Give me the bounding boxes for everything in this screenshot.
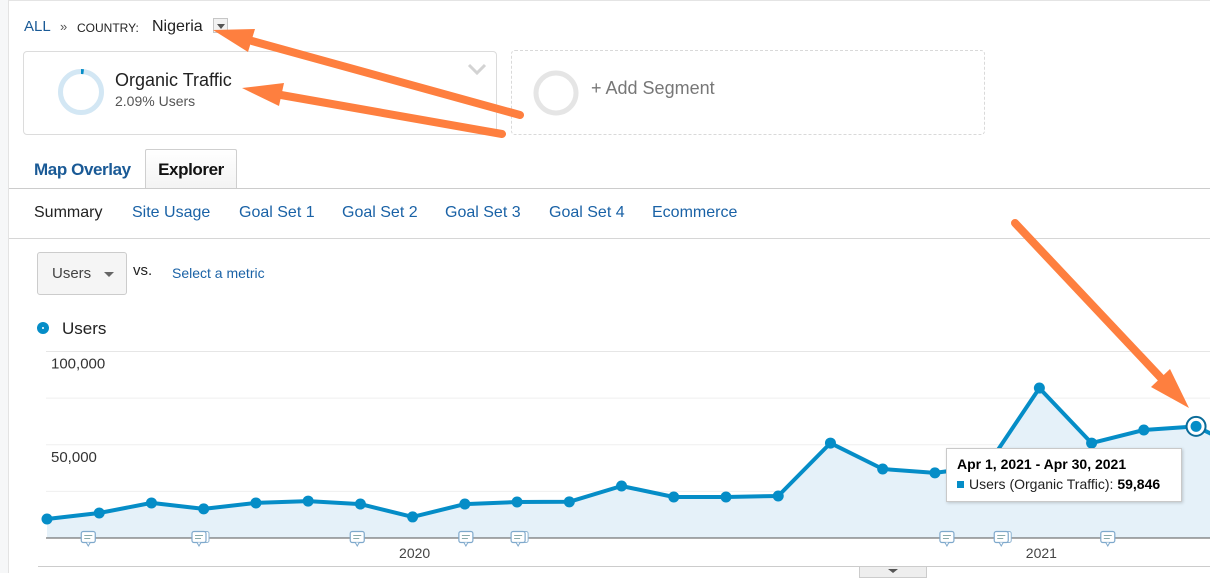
segment-detail: 2.09% Users (115, 93, 196, 109)
data-point[interactable] (668, 491, 680, 503)
breadcrumb-all-link[interactable]: ALL (24, 17, 51, 37)
subtab-goal-set-4[interactable]: Goal Set 4 (549, 203, 625, 223)
annotation-marker-icon[interactable] (939, 530, 955, 548)
annotations-toggle-button[interactable] (859, 566, 927, 578)
chevron-down-icon[interactable] (467, 63, 487, 77)
subtab-goal-set-1[interactable]: Goal Set 1 (239, 203, 315, 223)
subtab-site-usage[interactable]: Site Usage (132, 203, 210, 223)
breadcrumb-dimension-label: COUNTRY: (77, 21, 139, 35)
annotation-marker-body (1100, 530, 1116, 544)
data-point[interactable] (93, 507, 105, 519)
data-point[interactable] (407, 511, 419, 523)
y-tick-label: 100,000 (51, 356, 105, 373)
country-dropdown[interactable] (213, 18, 228, 33)
annotation-marker-tail (998, 542, 1004, 548)
subtab-ecommerce[interactable]: Ecommerce (652, 203, 737, 223)
data-point[interactable] (459, 498, 471, 510)
data-point[interactable] (302, 495, 314, 507)
metric-dropdown-value: Users (52, 265, 92, 282)
tab-map-overlay[interactable]: Map Overlay (34, 160, 131, 180)
data-point[interactable] (1086, 437, 1098, 449)
annotation-marker-tail (463, 542, 469, 548)
annotation-marker-body (80, 530, 96, 544)
subtab-summary[interactable]: Summary (34, 203, 102, 223)
tooltip-series-label: Users (Organic Traffic): (969, 476, 1118, 492)
annotation-marker-tail (354, 542, 360, 548)
annotation-marker-body (349, 530, 365, 544)
add-segment-label[interactable]: + Add Segment (591, 78, 715, 98)
annotation-marker-tail (944, 542, 950, 548)
annotation-marker-tail (85, 542, 91, 548)
subtab-goal-set-3[interactable]: Goal Set 3 (445, 203, 521, 223)
x-tick-label: 2020 (399, 545, 430, 561)
annotation-marker-icon[interactable] (993, 530, 1012, 548)
caret-down-icon (888, 569, 898, 573)
data-point[interactable] (1138, 424, 1150, 436)
data-point-hovered[interactable] (1185, 415, 1207, 437)
annotation-marker-tail (515, 542, 521, 548)
tooltip-row: Users (Organic Traffic): 59,846 (957, 476, 1160, 492)
breadcrumb-dimension-value: Nigeria (152, 18, 203, 35)
breadcrumb-separator: » (60, 19, 68, 34)
select-metric-link[interactable]: Select a metric (172, 265, 265, 282)
caret-down-icon (217, 24, 225, 29)
tooltip-value: 59,846 (1117, 476, 1161, 492)
top-divider (9, 0, 1210, 1)
donut-track (58, 69, 104, 115)
annotation-marker-tail (196, 542, 202, 548)
annotation-marker-body (939, 530, 955, 544)
legend-series-label: Users (62, 319, 107, 338)
segment-donut-icon (58, 69, 104, 115)
annotation-marker-body (510, 530, 526, 544)
empty-segment-ring-icon (533, 70, 579, 116)
chart-tooltip: Apr 1, 2021 - Apr 30, 2021 Users (Organi… (946, 448, 1182, 502)
x-tick-label: 2021 (1026, 545, 1057, 561)
add-segment-button[interactable] (511, 50, 985, 135)
data-point[interactable] (41, 513, 53, 525)
metric-dropdown[interactable]: Users (37, 252, 127, 295)
segment-name: Organic Traffic (115, 70, 232, 90)
chart-bottom-divider (927, 566, 1210, 567)
data-point[interactable] (511, 496, 523, 508)
annotation-marker-icon[interactable] (349, 530, 365, 548)
tab-explorer[interactable]: Explorer (145, 149, 237, 189)
annotation-marker-icon[interactable] (1100, 530, 1116, 548)
subnav-divider (9, 238, 1210, 239)
annotation-marker-body (458, 530, 474, 544)
data-point[interactable] (250, 497, 262, 509)
data-point[interactable] (354, 498, 366, 510)
hover-dot (1190, 420, 1202, 432)
annotation-marker-icon[interactable] (191, 530, 210, 548)
data-point[interactable] (198, 503, 210, 515)
data-point[interactable] (616, 480, 628, 492)
data-point[interactable] (877, 463, 889, 475)
annotation-marker-body (191, 530, 207, 544)
legend-series-dot-icon (37, 322, 49, 334)
data-point[interactable] (563, 496, 575, 508)
data-point[interactable] (1033, 382, 1045, 394)
annotation-marker-tail (1105, 542, 1111, 548)
chart-bottom-divider (38, 566, 859, 567)
tabs-divider (9, 188, 1210, 189)
annotation-marker-icon[interactable] (510, 530, 529, 548)
data-point[interactable] (145, 497, 157, 509)
tooltip-date-range: Apr 1, 2021 - Apr 30, 2021 (957, 456, 1127, 472)
series-swatch-icon (957, 481, 964, 488)
y-tick-label: 50,000 (51, 449, 97, 466)
annotation-marker-icon[interactable] (458, 530, 474, 548)
data-point[interactable] (772, 490, 784, 502)
vs-label: vs. (133, 262, 153, 279)
data-point[interactable] (720, 491, 732, 503)
subtab-goal-set-2[interactable]: Goal Set 2 (342, 203, 418, 223)
annotation-marker-body (993, 530, 1009, 544)
annotation-marker-icon[interactable] (80, 530, 96, 548)
data-point[interactable] (929, 467, 941, 479)
caret-down-icon (104, 272, 114, 277)
data-point[interactable] (824, 437, 836, 449)
